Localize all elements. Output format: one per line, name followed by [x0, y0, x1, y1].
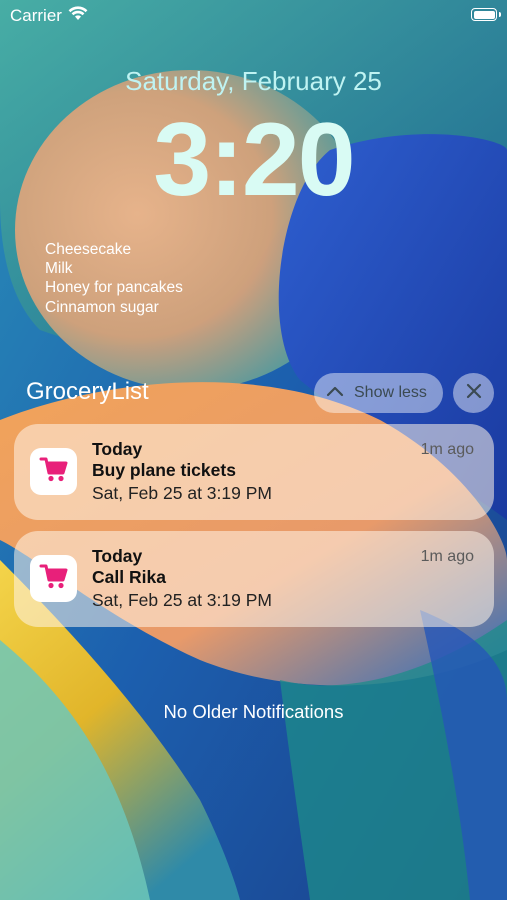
carrier-label: Carrier — [10, 6, 62, 25]
cart-icon — [39, 455, 69, 488]
notification-subtitle: Sat, Feb 25 at 3:19 PM — [92, 483, 272, 503]
notification-body: Call Rika — [92, 567, 166, 587]
battery-icon — [471, 8, 501, 21]
widget-line: Milk — [45, 260, 73, 278]
grocery-widget[interactable]: Cheesecake Milk Honey for pancakes Cinna… — [45, 240, 183, 317]
lock-time: 3:20 — [153, 102, 355, 218]
app-icon — [30, 448, 77, 495]
notification-card[interactable]: Today 1m ago Call Rika Sat, Feb 25 at 3:… — [14, 531, 494, 627]
cart-icon — [39, 562, 69, 595]
notification-time-ago: 1m ago — [420, 548, 474, 565]
app-icon — [30, 555, 77, 602]
notification-body: Buy plane tickets — [92, 460, 236, 480]
no-older-notifications-label: No Older Notifications — [163, 701, 344, 722]
notification-title: Today — [92, 439, 143, 459]
lock-screen: Carrier Saturday, February 25 3:20 Chees… — [0, 0, 507, 900]
show-less-button[interactable]: Show less — [314, 373, 443, 413]
notification-title: Today — [92, 546, 143, 566]
lock-date: Saturday, February 25 — [125, 66, 382, 96]
status-bar: Carrier — [0, 0, 507, 32]
clear-notifications-button[interactable] — [453, 373, 494, 413]
notification-group-title: GroceryList — [26, 378, 149, 405]
widget-line: Cinnamon sugar — [45, 298, 159, 316]
widget-line: Honey for pancakes — [45, 279, 183, 297]
notification-subtitle: Sat, Feb 25 at 3:19 PM — [92, 590, 272, 610]
chevron-up-icon — [326, 384, 344, 402]
close-icon — [466, 383, 482, 404]
wifi-icon — [68, 6, 88, 26]
show-less-label: Show less — [354, 384, 427, 401]
notification-card[interactable]: Today 1m ago Buy plane tickets Sat, Feb … — [14, 424, 494, 520]
notification-time-ago: 1m ago — [420, 441, 474, 458]
widget-line: Cheesecake — [45, 241, 132, 258]
